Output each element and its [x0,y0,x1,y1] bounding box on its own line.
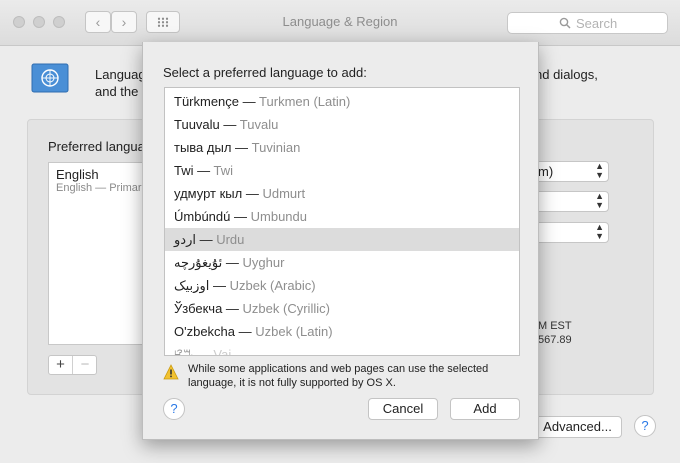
title-bar: ‹ › Language & Region Search [0,0,680,46]
search-placeholder: Search [576,16,618,31]
updown-chevron-icon: ▲ ▼ [595,161,604,180]
close-window-button[interactable] [13,16,25,28]
help-button[interactable]: ? [634,415,656,437]
chevron-right-icon: › [121,14,127,30]
language-row[interactable]: Türkmençe — Turkmen (Latin) [165,90,519,113]
add-remove-control: + − [48,355,97,375]
sheet-help-button[interactable]: ? [163,398,185,420]
show-all-button[interactable] [146,11,180,33]
zoom-window-button[interactable] [53,16,65,28]
warning-icon [163,364,179,380]
language-row[interactable]: ꕙꔤ — Vai [165,343,519,355]
preferences-window: ‹ › Language & Region Search Languag and… [0,0,680,463]
unsupported-warning: While some applications and web pages ca… [188,363,489,389]
updown-chevron-icon: ▲ ▼ [595,222,604,241]
sheet-title: Select a preferred language to add: [163,65,367,80]
language-subtitle: English — Primar [56,182,142,194]
updown-chevron-icon: ▲ ▼ [595,191,604,210]
first-day-popup[interactable]: ▲ ▼ [533,191,609,212]
chevron-left-icon: ‹ [95,14,101,30]
minimize-window-button[interactable] [33,16,45,28]
add-language-button[interactable]: + [49,356,73,374]
language-row[interactable]: Ўзбекча — Uzbek (Cyrillic) [165,297,519,320]
advanced-button[interactable]: Advanced... [533,416,622,438]
language-name[interactable]: English [56,167,99,182]
calendar-popup[interactable]: ▲ ▼ [533,222,609,243]
cancel-button[interactable]: Cancel [368,398,438,420]
language-list[interactable]: Türkmençe — Turkmen (Latin) Tuuvalu — Tu… [164,87,520,356]
add-button[interactable]: Add [450,398,520,420]
time-format-example: M EST [538,320,572,332]
grid-icon [157,17,169,27]
language-row[interactable]: اوزبیک — Uzbek (Arabic) [165,274,519,297]
un-flag-icon [31,63,69,93]
back-button[interactable]: ‹ [85,11,111,33]
window-title: Language & Region [282,14,398,29]
region-popup[interactable]: m) ▲ ▼ [533,161,609,182]
add-language-sheet: Select a preferred language to add: Türk… [142,42,539,440]
language-row[interactable]: Úmbúndú — Umbundu [165,205,519,228]
language-row[interactable]: тыва дыл — Tuvinian [165,136,519,159]
language-row-selected[interactable]: اردو — Urdu [165,228,519,251]
language-row[interactable]: ئۇيغۇرچە — Uyghur [165,251,519,274]
language-row[interactable]: Twi — Twi [165,159,519,182]
search-field[interactable]: Search [507,12,668,34]
language-row[interactable]: O'zbekcha — Uzbek (Latin) [165,320,519,343]
forward-button[interactable]: › [111,11,137,33]
remove-language-button[interactable]: − [73,356,97,374]
search-icon [559,17,571,29]
number-format-example: 567.89 [538,334,572,346]
preferred-languages-label: Preferred langua [48,139,145,154]
language-row[interactable]: удмурт кыл — Udmurt [165,182,519,205]
language-row[interactable]: Tuuvalu — Tuvalu [165,113,519,136]
